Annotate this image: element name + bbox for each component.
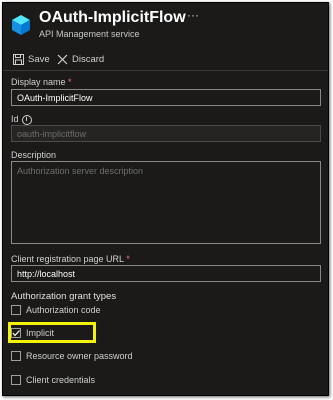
checkbox[interactable] [11, 305, 21, 315]
display-name-label-text: Display name [11, 77, 66, 87]
checkbox-label: Client credentials [26, 375, 96, 385]
description-label: Description [11, 150, 57, 160]
more-options-button[interactable]: ··· [187, 8, 199, 22]
grant-type-authorization-code[interactable]: Authorization code [11, 304, 101, 316]
page-subtitle: API Management service [39, 29, 140, 39]
checkbox[interactable] [11, 351, 21, 361]
grant-type-resource-owner-password[interactable]: Resource owner password [11, 350, 133, 362]
checkbox-label: Authorization code [26, 305, 101, 315]
discard-label: Discard [72, 53, 105, 65]
client-registration-label: Client registration page URL * [11, 254, 130, 264]
panel-header: OAuth-ImplicitFlow ··· API Management se… [11, 8, 321, 41]
display-name-label: Display name * [11, 77, 72, 87]
save-label: Save [28, 53, 50, 65]
grant-types-title: Authorization grant types [11, 291, 117, 302]
required-marker: * [126, 254, 130, 264]
description-textarea[interactable]: Authorization server description [11, 161, 321, 244]
display-name-input[interactable]: OAuth-ImplicitFlow [11, 89, 321, 106]
checkbox-label: Resource owner password [26, 351, 133, 361]
checkbox[interactable] [11, 375, 21, 385]
settings-panel: OAuth-ImplicitFlow ··· API Management se… [2, 2, 329, 396]
id-label-text: Id [11, 114, 19, 124]
required-marker: * [68, 77, 72, 87]
discard-icon [57, 54, 68, 64]
page-title: OAuth-ImplicitFlow [39, 9, 186, 26]
client-registration-input[interactable]: http://localhost [11, 265, 321, 282]
info-icon[interactable]: i [21, 114, 32, 125]
grant-type-client-credentials[interactable]: Client credentials [11, 374, 95, 386]
toolbar-divider [3, 70, 328, 71]
discard-button[interactable]: Discard [57, 52, 104, 66]
save-icon [13, 53, 24, 65]
api-management-icon [12, 15, 30, 35]
id-input: oauth-implicitflow [11, 125, 321, 142]
save-button[interactable]: Save [13, 52, 50, 66]
client-registration-label-text: Client registration page URL [11, 254, 124, 264]
id-label: Id i [11, 114, 32, 125]
implicit-highlight-box [8, 322, 96, 343]
